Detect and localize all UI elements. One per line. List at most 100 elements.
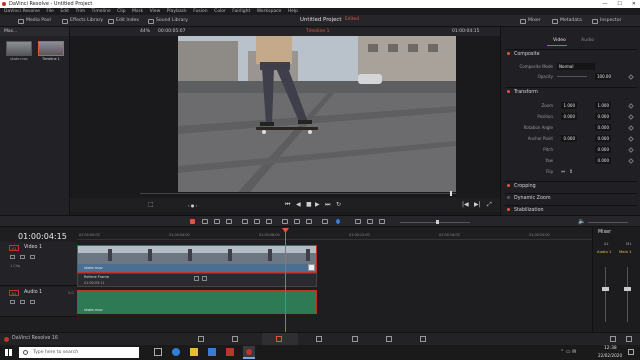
section-stabilization[interactable]: Stabilization <box>505 205 637 214</box>
replace-clip-icon[interactable] <box>266 219 272 224</box>
media-pool-button[interactable]: Media Pool <box>18 17 51 25</box>
section-composite[interactable]: Composite <box>505 49 637 58</box>
loop-icon[interactable]: ↻ <box>336 201 341 208</box>
page-deliver-icon[interactable] <box>420 336 426 342</box>
clip-thumbnail-skate[interactable] <box>6 41 32 56</box>
viewer-scrubber[interactable] <box>140 193 456 194</box>
media-pool-bin-label[interactable]: Mas... <box>4 29 17 34</box>
trim-tool-icon[interactable] <box>202 219 208 224</box>
store-icon[interactable] <box>208 348 216 356</box>
dynamic-trim-icon[interactable] <box>214 219 220 224</box>
mixer-button[interactable]: Mixer <box>520 17 541 25</box>
track-badge-v1[interactable]: V1 <box>9 245 19 251</box>
video-clip[interactable]: skate.mov <box>77 245 317 273</box>
flip-horizontal-icon[interactable]: ⇔ <box>561 169 565 175</box>
position-lock-icon[interactable] <box>306 219 312 224</box>
pitch-keyframe-icon[interactable] <box>628 147 634 153</box>
composite-mode-dropdown[interactable]: Normal <box>557 63 595 70</box>
audio-lock-icon[interactable] <box>10 300 15 304</box>
windows-start-icon[interactable] <box>5 349 12 356</box>
menu-view[interactable]: View <box>150 9 161 14</box>
file-explorer-icon[interactable] <box>190 348 198 356</box>
track-badge-a1[interactable]: A1 <box>9 290 19 296</box>
clip-thumbnail-timeline[interactable] <box>38 41 64 56</box>
metadata-button[interactable]: Metadata <box>552 17 582 25</box>
blade-tool-icon[interactable] <box>226 219 232 224</box>
overwrite-clip-icon[interactable] <box>254 219 260 224</box>
inspector-tab-audio[interactable]: Audio <box>581 38 594 43</box>
inspector-button[interactable]: Inspector <box>592 17 621 25</box>
menu-trim[interactable]: Trim <box>76 9 86 14</box>
menu-color[interactable]: Color <box>214 9 226 14</box>
reverse-play-icon[interactable]: ◀ <box>296 201 301 208</box>
rotation-keyframe-icon[interactable] <box>628 125 634 131</box>
retime-icon[interactable] <box>308 264 315 271</box>
next-edit-icon[interactable]: ▶| <box>474 201 481 208</box>
menu-fusion[interactable]: Fusion <box>193 9 207 14</box>
audio-mute-icon[interactable] <box>30 300 35 304</box>
page-fairlight-icon[interactable] <box>386 336 392 342</box>
edit-index-button[interactable]: Edit Index <box>108 17 139 25</box>
opacity-keyframe-icon[interactable] <box>628 74 634 80</box>
viewer-options-icon[interactable]: ⬚ <box>148 201 154 208</box>
position-x-value[interactable]: 0.000 <box>561 113 577 120</box>
zoom-custom-icon[interactable] <box>379 219 385 224</box>
go-to-end-icon[interactable]: ⏭ <box>325 201 330 209</box>
transform-enabled-icon[interactable] <box>507 90 510 93</box>
timeline-zoom-handle[interactable] <box>436 220 439 224</box>
zoom-x-value[interactable]: 1.000 <box>561 102 577 109</box>
selection-tool-icon[interactable] <box>190 219 195 224</box>
audio-solo-icon[interactable] <box>20 300 25 304</box>
volume-slider[interactable] <box>588 222 628 223</box>
play-icon[interactable]: ▶ <box>315 201 320 208</box>
menu-davinci[interactable]: DaVinci Resolve <box>4 9 40 14</box>
task-view-icon[interactable] <box>154 348 162 356</box>
playhead[interactable] <box>285 228 286 332</box>
section-dynamic-zoom[interactable]: Dynamic Zoom <box>505 193 637 202</box>
fader-a1[interactable] <box>602 287 609 291</box>
pitch-value[interactable]: 0.000 <box>595 146 611 153</box>
section-transform[interactable]: Transform <box>505 87 637 96</box>
taskbar-search-box[interactable]: Type here to search <box>19 347 139 358</box>
page-fusion-icon[interactable] <box>316 336 322 342</box>
menu-edit[interactable]: Edit <box>60 9 69 14</box>
timeline-selector[interactable]: Timeline 1 <box>306 27 329 36</box>
fader-m1[interactable] <box>624 287 631 291</box>
yaw-value[interactable]: 0.000 <box>595 157 611 164</box>
previous-edit-icon[interactable]: |◀ <box>462 201 469 208</box>
anchor-keyframe-icon[interactable] <box>628 136 634 142</box>
snapping-icon[interactable] <box>282 219 288 224</box>
zoom-detail-icon[interactable] <box>367 219 373 224</box>
flag-icon[interactable] <box>322 219 328 224</box>
page-edit-icon[interactable] <box>276 336 282 342</box>
taskbar-app-icon[interactable] <box>226 348 234 356</box>
anchor-y-value[interactable]: 0.000 <box>595 135 611 142</box>
effects-library-button[interactable]: Effects Library <box>62 17 103 25</box>
menu-workspace[interactable]: Workspace <box>257 9 282 14</box>
menu-playback[interactable]: Playback <box>167 9 187 14</box>
section-cropping[interactable]: Cropping <box>505 181 637 190</box>
insert-clip-icon[interactable] <box>242 219 248 224</box>
match-frame-icon[interactable]: ⤢ <box>487 201 492 209</box>
rotation-value[interactable]: 0.000 <box>595 124 611 131</box>
opacity-value[interactable]: 100.00 <box>595 73 611 80</box>
zoom-y-value[interactable]: 1.000 <box>595 102 611 109</box>
minimize-icon[interactable]: — <box>602 0 607 8</box>
opacity-slider[interactable] <box>557 76 587 77</box>
maximize-icon[interactable]: ☐ <box>617 0 621 8</box>
composite-enabled-icon[interactable] <box>507 52 510 55</box>
timeline-zoom-slider[interactable] <box>400 222 470 223</box>
timeline-ruler[interactable]: 01:00:00:00 01:00:04:00 01:00:08:00 01:0… <box>77 228 592 240</box>
menu-fairlight[interactable]: Fairlight <box>232 9 250 14</box>
sound-library-button[interactable]: Sound Library <box>148 17 188 25</box>
auto-select-icon[interactable] <box>20 255 25 259</box>
position-y-value[interactable]: 0.000 <box>595 113 611 120</box>
project-settings-icon[interactable] <box>626 336 632 342</box>
page-color-icon[interactable] <box>352 336 358 342</box>
track-visibility-icon[interactable] <box>30 255 35 259</box>
viewer-zoom[interactable]: 44% <box>140 27 150 36</box>
page-cut-icon[interactable] <box>232 336 238 342</box>
yaw-keyframe-icon[interactable] <box>628 158 634 164</box>
project-manager-icon[interactable] <box>610 336 616 342</box>
audio-clip[interactable]: skate.mov <box>77 290 317 314</box>
